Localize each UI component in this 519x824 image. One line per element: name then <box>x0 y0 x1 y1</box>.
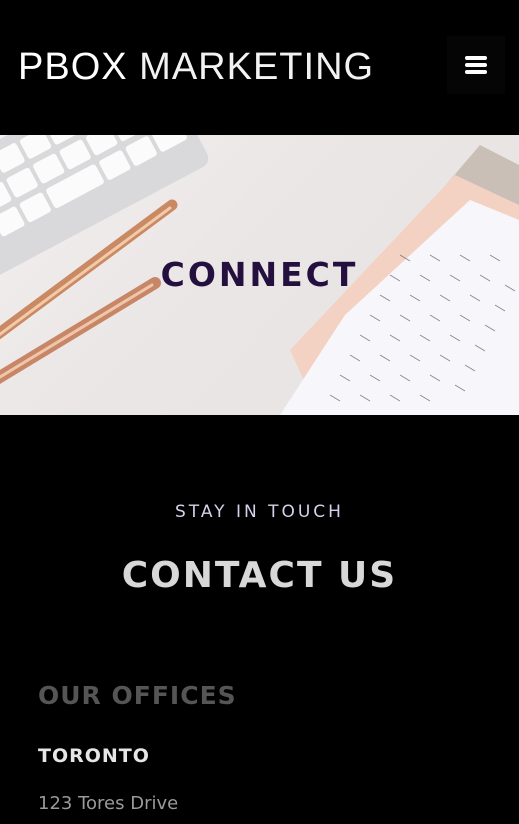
office-city: TORONTO <box>38 745 150 767</box>
site-logo[interactable]: PBOX MARKETING <box>18 44 374 90</box>
offices-heading: OUR OFFICES <box>38 681 237 710</box>
contact-section: STAY IN TOUCH CONTACT US OUR OFFICES TOR… <box>0 415 519 824</box>
site-header: PBOX MARKETING <box>0 0 519 135</box>
menu-toggle-button[interactable] <box>447 36 505 94</box>
logo-bold-text: PBOX <box>18 46 128 88</box>
hero-banner: CONNECT <box>0 135 519 415</box>
logo-rest-text: MARKETING <box>127 46 375 88</box>
section-eyebrow: STAY IN TOUCH <box>175 502 344 522</box>
pen-image <box>0 277 161 384</box>
hamburger-menu-icon <box>465 53 487 77</box>
hero-title: CONNECT <box>160 255 359 294</box>
section-heading: CONTACT US <box>121 555 398 596</box>
office-address: 123 Tores Drive <box>38 793 179 814</box>
